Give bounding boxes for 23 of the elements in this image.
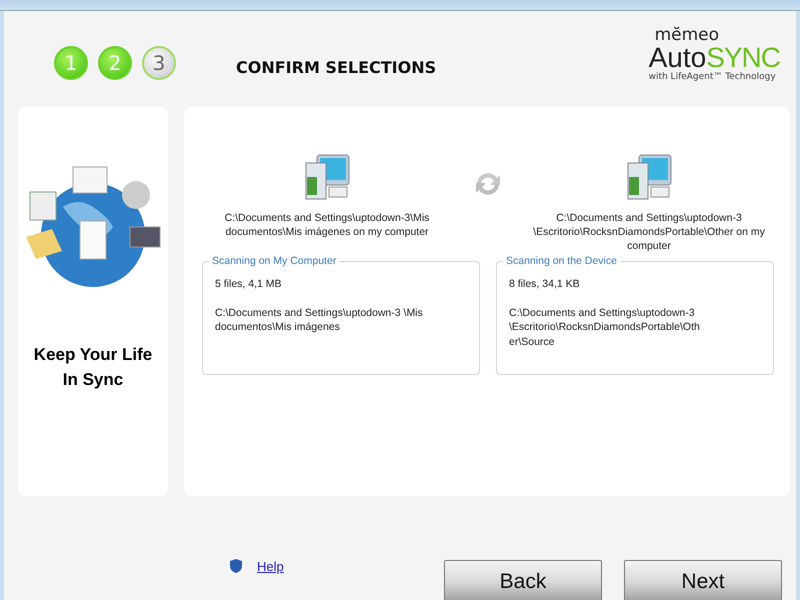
- logo-brand: mĕmeo: [654, 26, 720, 44]
- help-link[interactable]: Help: [257, 559, 284, 574]
- scan-summary: 5 files, 4,1 MB: [215, 277, 283, 292]
- page-heading: CONFIRM SELECTIONS: [236, 58, 438, 76]
- scan-path: C:\Documents and Settings\uptodown-3 \Mis documentos\Mis imágenes: [215, 306, 424, 336]
- logo-sync: SYNC: [706, 44, 780, 72]
- slogan: Keep Your Life In Sync: [32, 344, 154, 391]
- folder-path: C:\Documents and Settings\uptodown-3\Mis documentos\Mis imágenes on my computer: [224, 211, 430, 240]
- computer-icon: [303, 153, 351, 201]
- step-indicator: 1: [54, 46, 88, 80]
- scan-summary: 8 files, 34,1 KB: [509, 277, 581, 292]
- scan-path: C:\Documents and Settings\uptodown-3 \Escritorio\RocksnDiamondsPortable\Oth er\Source: [509, 306, 701, 350]
- logo-auto: Auto: [648, 44, 706, 72]
- next-button[interactable]: Next: [624, 560, 782, 600]
- folder-path: C:\Documents and Settings\uptodown-3 \Escritorio\RocksnDiamondsPortable\Other on my computer: [532, 211, 766, 254]
- shield-icon: [229, 558, 243, 574]
- step-indicator: 3: [142, 46, 176, 80]
- logo-tagline: with LifeAgent™ Technology: [648, 72, 776, 82]
- group-title: Scanning on the Device: [505, 255, 618, 267]
- back-button[interactable]: Back: [444, 560, 602, 600]
- step-indicator: 2: [98, 46, 132, 80]
- computer-icon: [625, 153, 673, 201]
- group-title: Scanning on My Computer: [211, 255, 338, 267]
